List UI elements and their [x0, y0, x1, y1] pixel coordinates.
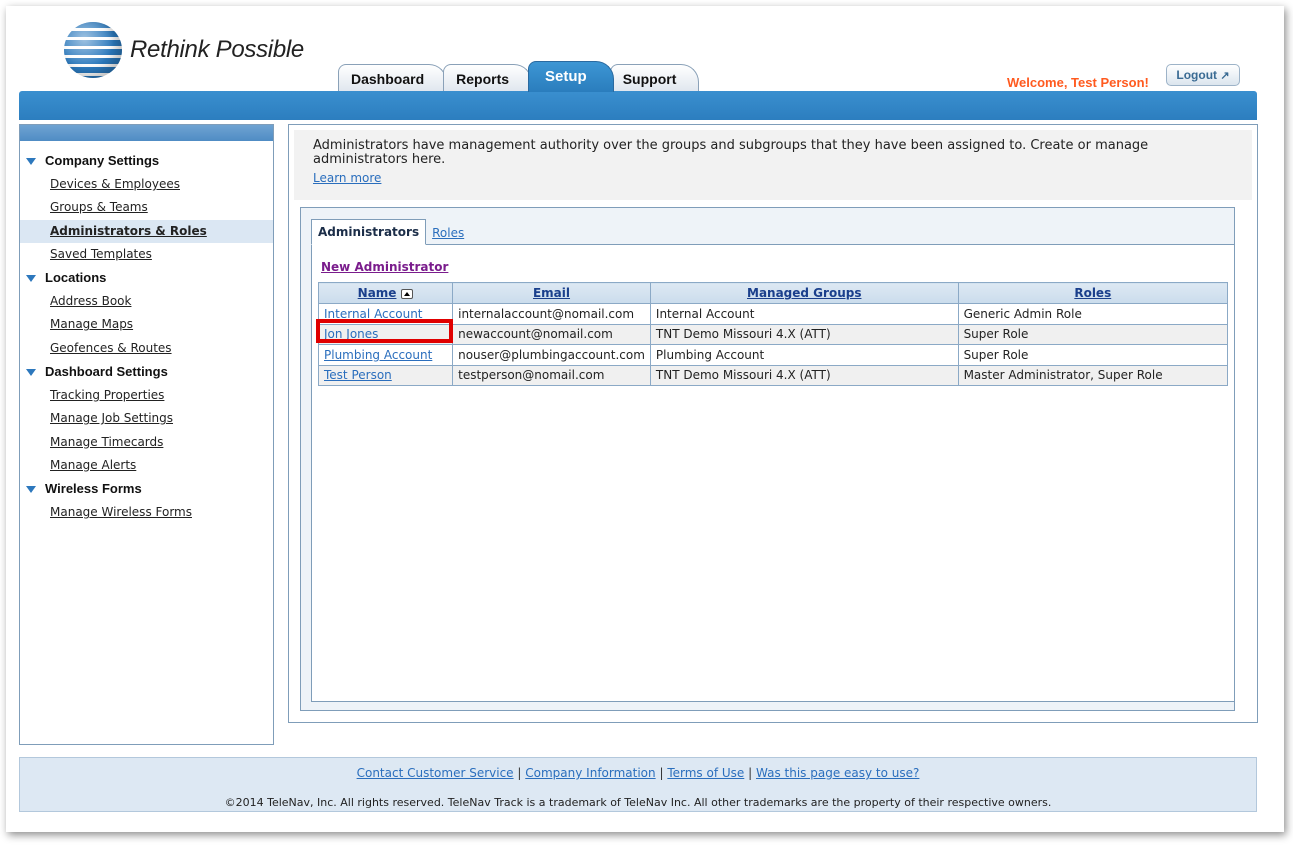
sidebar-item-manage-timecards[interactable]: Manage Timecards	[20, 431, 273, 454]
table-row: Test Person testperson@nomail.com TNT De…	[317, 364, 1229, 386]
sidebar-header	[20, 125, 273, 141]
cell-email: newaccount@nomail.com	[452, 323, 651, 345]
tab-dashboard[interactable]: Dashboard	[338, 64, 448, 92]
cell-managed-groups: Plumbing Account	[649, 344, 959, 366]
learn-more-link[interactable]: Learn more	[313, 171, 381, 185]
sort-ascending-icon[interactable]	[401, 288, 414, 299]
sidebar-item-geofences-routes[interactable]: Geofences & Routes	[20, 337, 273, 360]
cell-managed-groups: TNT Demo Missouri 4.X (ATT)	[649, 323, 959, 345]
inner-tabs: Administrators Roles	[311, 219, 470, 245]
column-header-managed-groups[interactable]: Managed Groups	[649, 282, 959, 304]
logo-text: Rethink Possible	[130, 36, 304, 63]
sidebar-item-administrators-roles[interactable]: Administrators & Roles	[20, 219, 273, 243]
cell-email: internalaccount@nomail.com	[452, 303, 651, 325]
footer-separator: |	[659, 766, 664, 780]
contact-customer-service-link[interactable]: Contact Customer Service	[357, 766, 514, 780]
sidebar-item-groups-teams[interactable]: Groups & Teams	[20, 196, 273, 219]
tab-administrators[interactable]: Administrators	[311, 219, 427, 245]
table-row: Jon Jones newaccount@nomail.com TNT Demo…	[317, 323, 1229, 345]
section-title: Dashboard Settings	[45, 364, 168, 380]
table-row: Internal Account internalaccount@nomail.…	[317, 303, 1229, 325]
section-wireless-forms[interactable]: Wireless Forms	[20, 477, 273, 501]
tab-reports[interactable]: Reports	[443, 64, 533, 92]
tab-roles[interactable]: Roles	[426, 221, 470, 245]
main-content: Administrators have management authority…	[288, 124, 1258, 723]
welcome-message: Welcome, Test Person!	[1007, 75, 1149, 90]
cell-roles: Generic Admin Role	[957, 303, 1229, 325]
admin-panel: Administrators Roles New Administrator N…	[300, 207, 1235, 711]
copyright-text: ©2014 TeleNav, Inc. All rights reserved.…	[224, 796, 1052, 809]
logout-arrow-icon: ↗	[1220, 70, 1230, 82]
collapse-triangle-icon	[26, 369, 36, 377]
att-logo: Rethink Possible	[64, 22, 304, 78]
sidebar: Company Settings Devices & Employees Gro…	[19, 124, 274, 745]
logout-label: Logout	[1176, 68, 1218, 82]
collapse-triangle-icon	[26, 158, 36, 165]
cell-roles: Super Role	[957, 344, 1229, 366]
footer-separator: |	[748, 766, 753, 780]
cell-managed-groups: TNT Demo Missouri 4.X (ATT)	[649, 364, 959, 386]
section-title: Wireless Forms	[45, 481, 142, 497]
column-header-name[interactable]: Name	[317, 282, 454, 304]
section-company-settings[interactable]: Company Settings	[20, 149, 273, 173]
header-label: Name	[357, 286, 397, 300]
sidebar-item-manage-alerts[interactable]: Manage Alerts	[20, 454, 273, 477]
admin-name-link[interactable]: Test Person	[324, 368, 392, 382]
cell-roles: Master Administrator, Super Role	[957, 364, 1229, 386]
cell-email: testperson@nomail.com	[452, 364, 651, 386]
administrators-table: Name Email Managed Groups Roles Internal…	[317, 282, 1229, 386]
section-title: Locations	[45, 270, 107, 286]
header-bar	[19, 91, 1257, 120]
new-administrator-link[interactable]: New Administrator	[321, 260, 448, 274]
sidebar-item-devices-employees[interactable]: Devices & Employees	[20, 173, 273, 196]
terms-of-use-link[interactable]: Terms of Use	[667, 766, 744, 780]
sidebar-item-manage-wireless-forms[interactable]: Manage Wireless Forms	[20, 501, 273, 524]
sidebar-item-manage-maps[interactable]: Manage Maps	[20, 313, 273, 336]
table-row: Plumbing Account nouser@plumbingaccount.…	[317, 344, 1229, 366]
tab-support[interactable]: Support	[609, 64, 700, 92]
globe-icon	[64, 22, 122, 78]
collapse-triangle-icon	[26, 275, 36, 283]
cell-name: Test Person	[317, 364, 454, 386]
footer-separator: |	[517, 766, 522, 780]
admin-name-link[interactable]: Internal Account	[324, 307, 423, 321]
sidebar-item-address-book[interactable]: Address Book	[20, 290, 273, 313]
section-dashboard-settings[interactable]: Dashboard Settings	[20, 360, 273, 384]
logout-button[interactable]: Logout ↗	[1166, 64, 1240, 86]
page-feedback-link[interactable]: Was this page easy to use?	[756, 766, 919, 780]
footer: Contact Customer Service | Company Infor…	[19, 757, 1257, 812]
cell-roles: Super Role	[957, 323, 1229, 345]
admin-name-link[interactable]: Jon Jones	[324, 327, 378, 341]
admin-name-link[interactable]: Plumbing Account	[324, 348, 432, 362]
intro-text: Administrators have management authority…	[313, 138, 1149, 167]
section-title: Company Settings	[45, 153, 160, 168]
sidebar-item-tracking-properties[interactable]: Tracking Properties	[20, 384, 273, 407]
sidebar-item-manage-job-settings[interactable]: Manage Job Settings	[20, 407, 273, 430]
table-header-row: Name Email Managed Groups Roles	[317, 282, 1229, 304]
cell-email: nouser@plumbingaccount.com	[452, 344, 651, 366]
main-tabs: Dashboard Reports Setup Support	[338, 61, 700, 92]
footer-links: Contact Customer Service | Company Infor…	[20, 766, 1256, 780]
cell-name: Jon Jones	[317, 323, 454, 345]
collapse-triangle-icon	[26, 486, 36, 494]
sidebar-item-saved-templates[interactable]: Saved Templates	[20, 243, 273, 266]
cell-name: Plumbing Account	[317, 344, 454, 366]
company-information-link[interactable]: Company Information	[525, 766, 655, 780]
column-header-roles[interactable]: Roles	[957, 282, 1229, 304]
tab-body: New Administrator Name Email Managed Gro…	[311, 244, 1235, 702]
column-header-email[interactable]: Email	[452, 282, 651, 304]
info-box: Administrators have management authority…	[294, 130, 1252, 200]
cell-name: Internal Account	[317, 303, 454, 325]
section-locations[interactable]: Locations	[20, 266, 273, 290]
cell-managed-groups: Internal Account	[649, 303, 959, 325]
tab-setup[interactable]: Setup	[528, 61, 614, 92]
